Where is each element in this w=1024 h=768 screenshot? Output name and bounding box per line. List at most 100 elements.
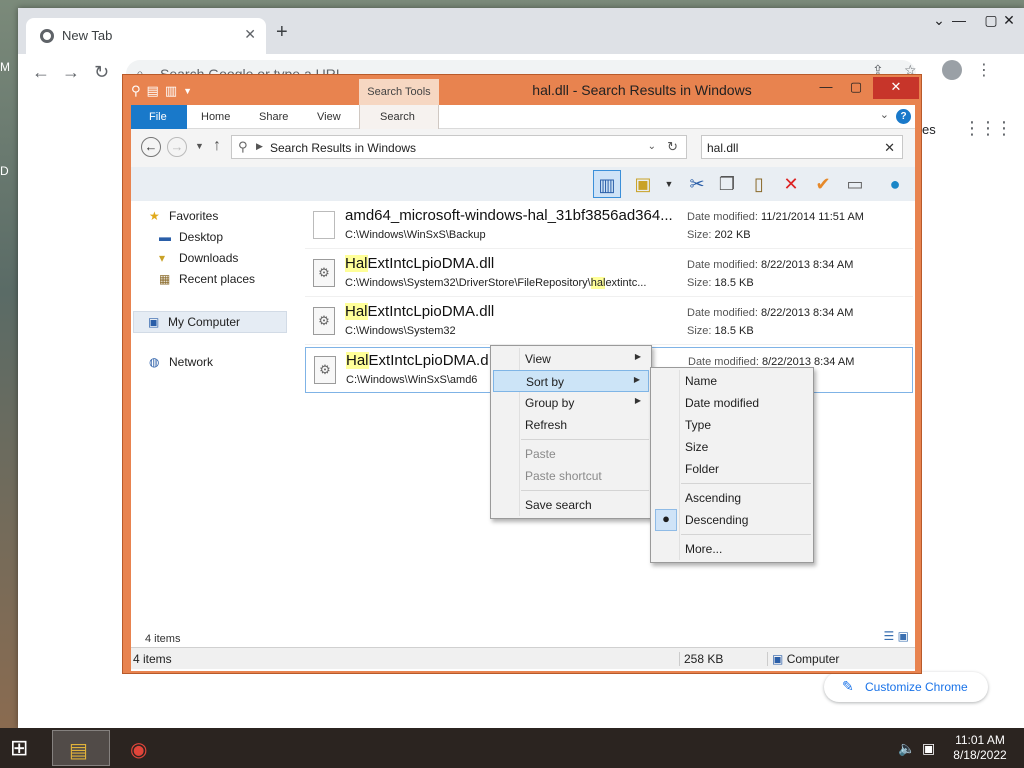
chevron-down-icon[interactable]: ▼ — [655, 170, 683, 198]
delete-icon[interactable]: ✕ — [777, 170, 805, 198]
customize-chrome-button[interactable]: ✎ Customize Chrome — [824, 672, 988, 702]
close-window-icon[interactable]: ✕ — [992, 12, 1024, 29]
sort-item-type[interactable]: Type — [653, 414, 811, 436]
sort-item-folder[interactable]: Folder — [653, 458, 811, 480]
radio-bullet-icon: ● — [655, 509, 677, 531]
new-tab-button[interactable]: + — [276, 22, 288, 42]
menu-separator — [521, 439, 649, 440]
ribbon-tabs: File Home Share View Search ⌄ ? — [131, 105, 915, 129]
volume-muted-icon[interactable]: 🔈 — [898, 740, 915, 757]
minimize-icon[interactable]: — — [811, 77, 841, 99]
forward-icon[interactable]: → — [62, 62, 80, 83]
chrome-tab-title: New Tab — [62, 28, 113, 43]
checkmark-icon[interactable]: ✔ — [809, 170, 837, 198]
tab-search[interactable]: Search — [359, 105, 439, 129]
forward-icon[interactable]: → — [167, 137, 187, 157]
nav-item-favorites[interactable]: ★ Favorites — [149, 209, 218, 227]
taskbar-chrome[interactable]: ◉ — [114, 730, 172, 766]
list-item[interactable]: ⚙ HalExtIntcLpioDMA.dll C:\Windows\Syste… — [305, 299, 913, 345]
globe-icon[interactable]: ● — [881, 170, 909, 198]
menu-item-paste-shortcut: Paste shortcut — [493, 465, 649, 487]
taskbar-file-explorer[interactable]: ▤ — [52, 730, 110, 766]
recent-locations-icon[interactable]: ▼ — [195, 141, 204, 151]
computer-icon: ▣ — [148, 315, 160, 329]
network-tray-icon[interactable]: ▣ — [922, 740, 935, 757]
nav-item-my-computer[interactable]: ▣ My Computer — [133, 311, 287, 333]
nav-item-label: My Computer — [168, 315, 241, 329]
back-icon[interactable]: ← — [32, 62, 50, 83]
close-window-icon[interactable]: ✕ — [873, 77, 919, 99]
menu-item-label: Descending — [685, 513, 749, 527]
menu-item-label: View — [525, 352, 551, 366]
sort-item-date-modified[interactable]: Date modified — [653, 392, 811, 414]
nav-item-network[interactable]: ◍ Network — [149, 355, 213, 373]
ntp-link-text[interactable]: es — [922, 122, 936, 137]
status-location-label: Computer — [786, 652, 840, 666]
menu-item-group-by[interactable]: Group by ▶ — [493, 392, 649, 414]
date-label: Date modified: — [687, 211, 758, 223]
tab-home[interactable]: Home — [189, 105, 242, 129]
paste-icon[interactable]: ▯ — [745, 170, 773, 198]
sort-item-ascending[interactable]: Ascending — [653, 487, 811, 509]
preview-pane-icon[interactable]: ▥ — [593, 170, 621, 198]
help-icon[interactable]: ? — [896, 109, 911, 124]
refresh-icon[interactable]: ↻ — [667, 139, 678, 155]
menu-item-view[interactable]: View ▶ — [493, 348, 649, 370]
file-name-rest: ExtIntcLpioDMA.dll — [367, 303, 495, 320]
nav-item-desktop[interactable]: ▬ Desktop — [159, 230, 223, 248]
sort-by-submenu: Name Date modified Type Size Folder Asce… — [650, 367, 814, 563]
reload-icon[interactable]: ↻ — [94, 62, 109, 83]
maximize-icon[interactable]: ▢ — [841, 77, 871, 99]
expand-ribbon-icon[interactable]: ⌄ — [880, 108, 889, 121]
tab-file[interactable]: File — [131, 105, 187, 129]
folder-options-icon[interactable]: ▣ — [629, 170, 657, 198]
details-view-icon[interactable]: ☰ — [884, 629, 895, 643]
copy-icon[interactable]: ❐ — [713, 170, 741, 198]
search-query[interactable]: hal.dll — [707, 141, 738, 155]
sort-item-name[interactable]: Name — [653, 370, 811, 392]
menu-item-label: Name — [685, 374, 718, 388]
google-apps-icon[interactable]: ⋮⋮⋮ — [963, 118, 1013, 139]
menu-item-refresh[interactable]: Refresh — [493, 414, 649, 436]
chevron-right-icon[interactable]: ▶ — [256, 141, 263, 152]
date-value: 8/22/2013 8:34 AM — [761, 259, 854, 271]
sort-item-descending[interactable]: ● Descending — [653, 509, 811, 531]
cut-icon[interactable]: ✂ — [683, 170, 711, 198]
chrome-tab-new-tab[interactable]: New Tab ✕ — [26, 18, 266, 54]
tab-view[interactable]: View — [305, 105, 353, 129]
navigation-pane: ★ Favorites ▬ Desktop ▾ Downloads ▦ Recent p… — [131, 201, 299, 621]
address-bar[interactable]: ⚲ ▶ Search Results in Windows ⌄ ↻ — [231, 135, 687, 159]
dll-gear-icon: ⚙ — [314, 356, 336, 384]
minimize-icon[interactable]: — — [942, 12, 976, 28]
nav-item-recent-places[interactable]: ▦ Recent places — [159, 272, 255, 290]
rename-icon[interactable]: ▭ — [841, 170, 869, 198]
file-name: HalExtIntcLpioDMA.dll — [345, 303, 494, 320]
menu-item-label: Sort by — [526, 375, 565, 389]
menu-item-save-search[interactable]: Save search — [493, 494, 649, 516]
desktop-icon-label: M — [0, 60, 10, 74]
sort-item-size[interactable]: Size — [653, 436, 811, 458]
chevron-right-icon: ▶ — [633, 375, 640, 384]
address-path[interactable]: Search Results in Windows — [270, 141, 416, 155]
taskbar-clock[interactable]: 11:01 AM 8/18/2022 — [950, 733, 1010, 763]
menu-item-label: Folder — [685, 462, 720, 476]
tab-share[interactable]: Share — [247, 105, 300, 129]
sort-item-more[interactable]: More... — [653, 538, 811, 560]
status-location: ▣ Computer — [767, 652, 839, 666]
list-item[interactable]: amd64_microsoft-windows-hal_31bf3856ad36… — [305, 203, 913, 249]
up-icon[interactable]: ↑ — [213, 137, 221, 155]
nav-item-downloads[interactable]: ▾ Downloads — [159, 251, 238, 269]
clear-search-icon[interactable]: ✕ — [884, 140, 895, 156]
menu-item-sort-by[interactable]: Sort by ▶ — [493, 370, 649, 392]
chrome-menu-icon[interactable]: ⋮ — [976, 60, 992, 80]
profile-avatar-icon[interactable] — [942, 60, 962, 80]
list-item[interactable]: ⚙ HalExtIntcLpioDMA.dll C:\Windows\Syste… — [305, 251, 913, 297]
large-icons-view-icon[interactable]: ▣ — [898, 629, 909, 643]
size-label: Size: — [687, 277, 712, 289]
search-input[interactable]: hal.dll ✕ — [701, 135, 903, 159]
windows-start-icon[interactable]: ⊞ — [10, 737, 28, 759]
menu-separator — [681, 534, 811, 535]
chevron-down-icon[interactable]: ⌄ — [648, 141, 656, 152]
close-tab-icon[interactable]: ✕ — [244, 26, 256, 43]
back-icon[interactable]: ← — [141, 137, 161, 157]
